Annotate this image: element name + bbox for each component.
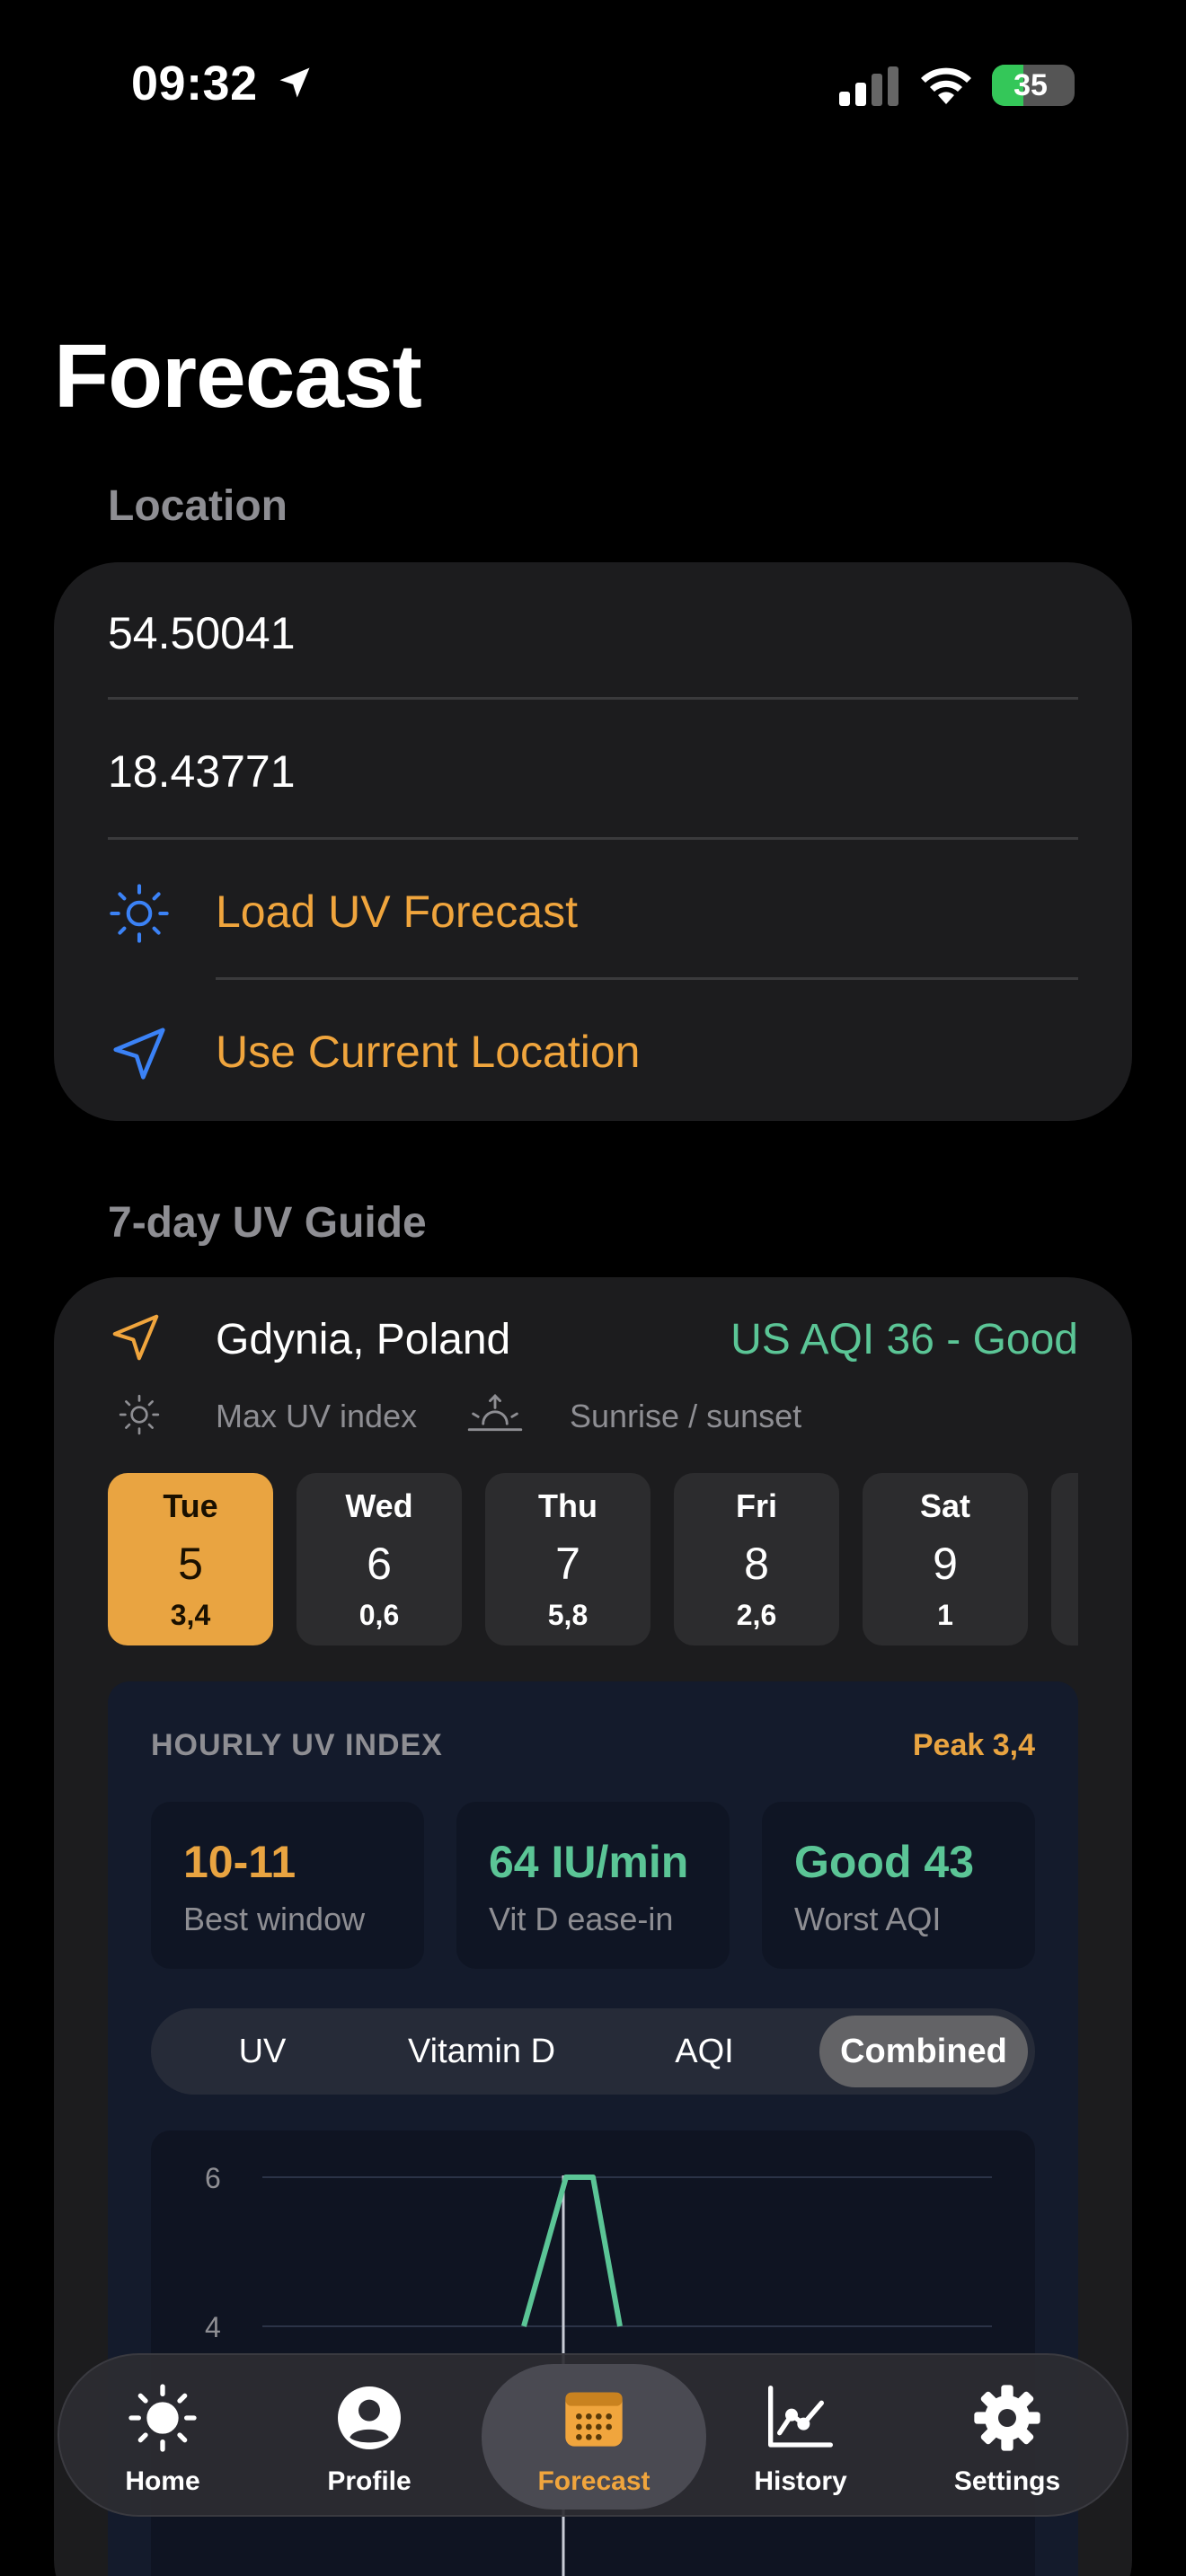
sun-icon — [128, 2384, 197, 2452]
city-name: Gdynia, Poland — [216, 1316, 511, 1363]
tab-bar: Home Profile Forecast History Settings — [58, 2353, 1128, 2517]
tab-profile-label: Profile — [327, 2466, 412, 2496]
divider — [108, 697, 1078, 700]
day-sat[interactable]: Sat 9 1 — [863, 1473, 1028, 1645]
sun-icon — [110, 884, 169, 943]
tab-history-label: History — [754, 2466, 847, 2496]
divider — [216, 977, 1078, 980]
tab-forecast-label: Forecast — [537, 2466, 651, 2496]
tab-forecast[interactable]: Forecast — [491, 2355, 697, 2519]
gear-icon — [974, 2385, 1040, 2451]
tab-profile[interactable]: Profile — [266, 2355, 473, 2519]
load-uv-forecast-button[interactable]: Load UV Forecast — [108, 846, 1078, 977]
battery-indicator: 35 — [992, 65, 1075, 106]
page-title: Forecast — [54, 326, 422, 427]
cellular-signal-icon — [839, 66, 898, 106]
day-selector: Tue 5 3,4 Wed 6 0,6 Thu 7 5,8 Fri 8 2,6 … — [108, 1473, 1078, 1645]
use-current-location-label: Use Current Location — [216, 1027, 641, 1077]
day-next-partial[interactable] — [1051, 1473, 1078, 1645]
divider — [108, 837, 1078, 840]
calendar-icon — [565, 2392, 623, 2447]
chart-line-icon — [768, 2386, 833, 2448]
stat-vitamin-d: 64 IU/min Vit D ease-in — [456, 1802, 730, 1969]
day-wed[interactable]: Wed 6 0,6 — [296, 1473, 462, 1645]
location-arrow-icon — [113, 1028, 165, 1080]
person-icon — [338, 2386, 401, 2449]
tab-history[interactable]: History — [697, 2355, 904, 2519]
location-section-label: Location — [108, 482, 288, 530]
use-current-location-button[interactable]: Use Current Location — [108, 986, 1078, 1117]
sunrise-icon — [467, 1394, 523, 1432]
tab-settings[interactable]: Settings — [904, 2355, 1111, 2519]
segment-combined[interactable]: Combined — [819, 2016, 1028, 2087]
sunrise-sunset-legend: Sunrise / sunset — [570, 1398, 802, 1434]
longitude-field[interactable]: 18.43771 — [108, 745, 1078, 798]
series-line — [521, 2175, 623, 2327]
tab-home[interactable]: Home — [59, 2355, 266, 2519]
y-tick-label: 4 — [205, 2311, 221, 2343]
tab-home-label: Home — [125, 2466, 200, 2496]
segment-vitamin-d[interactable]: Vitamin D — [374, 2016, 589, 2087]
segment-uv[interactable]: UV — [158, 2016, 367, 2087]
day-tue[interactable]: Tue 5 3,4 — [108, 1473, 273, 1645]
day-thu[interactable]: Thu 7 5,8 — [485, 1473, 651, 1645]
latitude-field[interactable]: 54.50041 — [108, 607, 1078, 659]
location-arrow-icon — [112, 1314, 159, 1361]
status-time: 09:32 — [131, 57, 258, 110]
max-uv-legend: Max UV index — [216, 1398, 418, 1434]
hourly-uv-heading: HOURLY UV INDEX — [151, 1728, 443, 1762]
peak-uv: Peak 3,4 — [912, 1728, 1035, 1762]
sun-icon — [119, 1394, 160, 1435]
stat-best-window: 10-11 Best window — [151, 1802, 424, 1969]
aqi-status: US AQI 36 - Good — [730, 1316, 1078, 1363]
location-card: 54.50041 18.43771 Load UV Forecast Use C… — [54, 562, 1132, 1121]
load-uv-forecast-label: Load UV Forecast — [216, 887, 578, 937]
tab-settings-label: Settings — [953, 2466, 1061, 2496]
segment-aqi[interactable]: AQI — [597, 2016, 812, 2087]
y-tick-label: 6 — [205, 2162, 221, 2194]
location-arrow-icon — [279, 67, 310, 98]
wifi-icon — [921, 67, 971, 104]
stat-worst-aqi: Good 43 Worst AQI — [762, 1802, 1035, 1969]
chart-mode-segmented-control: UV Vitamin D AQI Combined — [151, 2008, 1035, 2095]
day-fri[interactable]: Fri 8 2,6 — [674, 1473, 839, 1645]
uv-guide-section-label: 7-day UV Guide — [108, 1199, 427, 1247]
